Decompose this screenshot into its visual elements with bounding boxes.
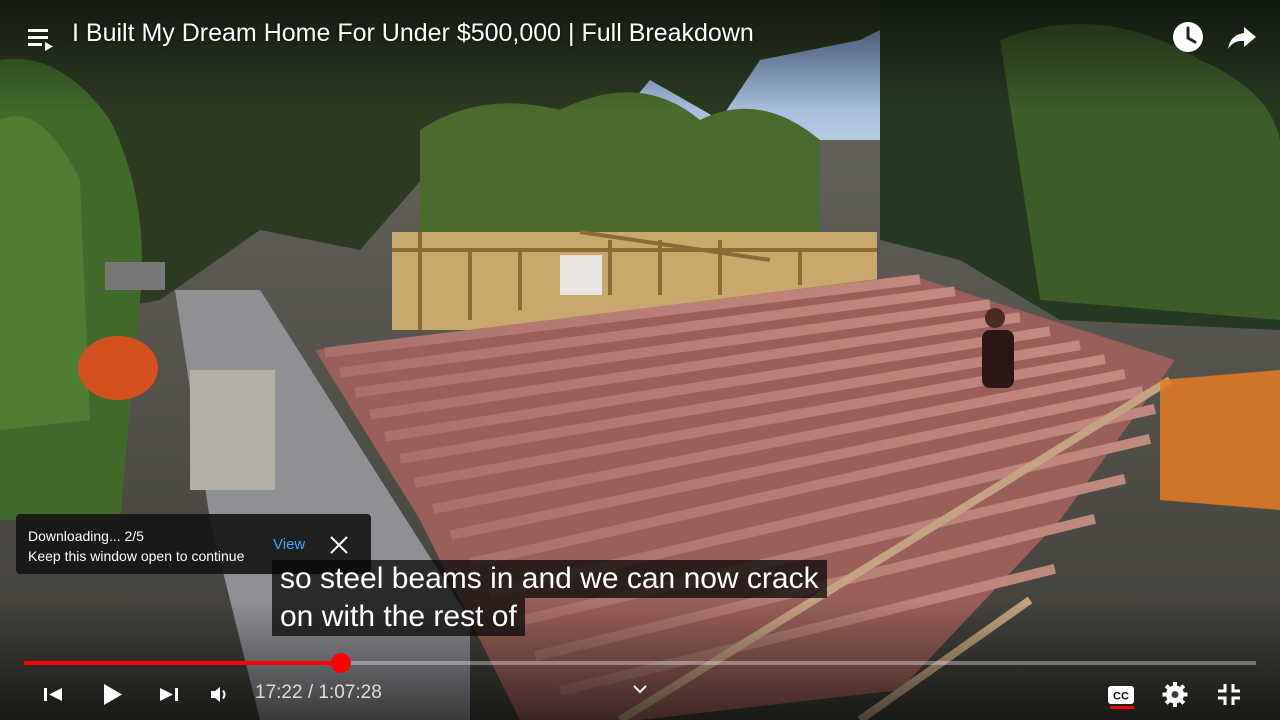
progress-played [24, 661, 341, 665]
volume-icon[interactable] [203, 678, 235, 710]
settings-icon[interactable] [1159, 678, 1191, 710]
share-icon[interactable] [1224, 19, 1260, 55]
player-controls: 17:22 / 1:07:28 CC [0, 672, 1280, 716]
watch-later-icon[interactable] [1170, 19, 1206, 55]
svg-text:CC: CC [1113, 691, 1129, 703]
title-bar: I Built My Dream Home For Under $500,000… [0, 0, 1280, 72]
captions-window: so steel beams in and we can now crack o… [272, 560, 827, 636]
previous-icon[interactable] [37, 678, 69, 710]
progress-scrubber[interactable] [331, 653, 351, 673]
next-icon[interactable] [153, 678, 185, 710]
progress-bar[interactable] [24, 653, 1256, 673]
view-download-button[interactable]: View [273, 536, 305, 553]
playlist-icon[interactable] [24, 20, 58, 54]
play-icon[interactable] [95, 678, 127, 710]
video-title[interactable]: I Built My Dream Home For Under $500,000… [72, 19, 754, 48]
chevron-down-icon[interactable] [630, 682, 650, 698]
time-display: 17:22 / 1:07:28 [255, 682, 382, 703]
video-player[interactable]: I Built My Dream Home For Under $500,000… [0, 0, 1280, 720]
caption-line: so steel beams in and we can now crack [272, 560, 827, 598]
download-message: Keep this window open to continue [28, 548, 245, 564]
exit-fullscreen-icon[interactable] [1213, 678, 1245, 710]
captions-active-indicator [1110, 706, 1134, 709]
download-status: Downloading... 2/5 [28, 528, 144, 544]
close-icon[interactable] [328, 534, 350, 556]
caption-line: on with the rest of [272, 598, 525, 636]
